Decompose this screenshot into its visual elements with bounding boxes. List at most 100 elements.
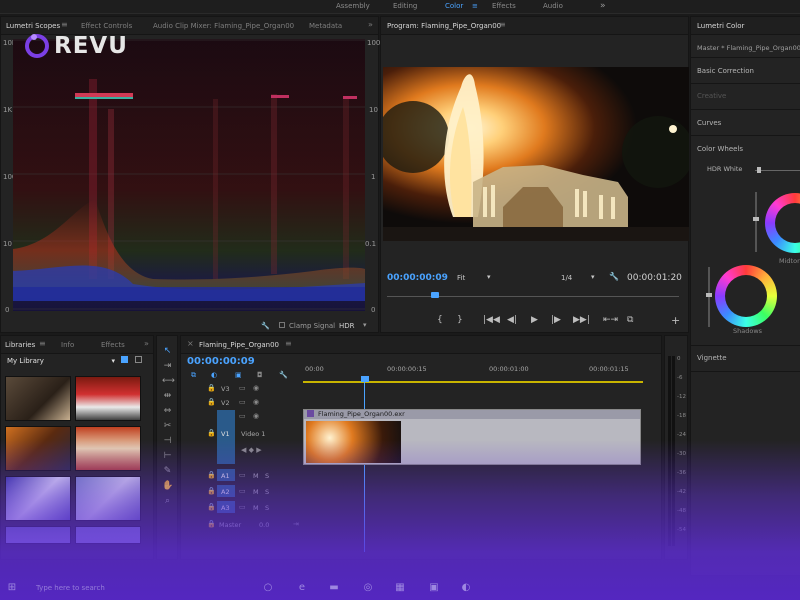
lock-icon[interactable]: 🔒: [207, 471, 216, 479]
workspace-tab-assembly[interactable]: Assembly: [336, 2, 370, 10]
lock-icon[interactable]: 🔒: [207, 503, 216, 511]
workspace-tab-effects[interactable]: Effects: [492, 2, 516, 10]
workspace-tab-color[interactable]: Color: [445, 2, 463, 10]
hand-tool-icon[interactable]: ✋: [162, 481, 173, 492]
taskbar-search-box[interactable]: Type here to search: [24, 581, 254, 596]
go-to-out-button[interactable]: ▶▶|: [573, 315, 590, 325]
eye-icon[interactable]: ◉: [253, 412, 259, 420]
toggle-sync-icon[interactable]: ▭: [239, 471, 246, 479]
slide-tool-icon[interactable]: ⊢: [162, 451, 173, 462]
track-label-v2[interactable]: V2: [221, 399, 230, 407]
master-volume-value[interactable]: 0.0: [259, 521, 269, 529]
razor-tool-icon[interactable]: ✂: [162, 421, 173, 432]
tab-lumetri-scopes[interactable]: Lumetri Scopes: [6, 22, 60, 30]
hdr-white-slider-handle[interactable]: [757, 167, 761, 173]
windows-start-icon[interactable]: ⊞: [6, 582, 18, 594]
clamp-signal-checkbox[interactable]: [279, 322, 285, 328]
lock-icon[interactable]: 🔒: [207, 520, 216, 528]
panel-menu-icon[interactable]: ≡: [61, 20, 68, 29]
workspace-tab-editing[interactable]: Editing: [393, 2, 417, 10]
section-curves[interactable]: Curves: [697, 119, 721, 127]
section-vignette[interactable]: Vignette: [697, 354, 727, 362]
slip-tool-icon[interactable]: ⊣: [162, 436, 173, 447]
lift-button[interactable]: ⇤⇥: [603, 315, 618, 325]
rate-stretch-tool-icon[interactable]: ⇔: [162, 406, 173, 417]
file-explorer-icon[interactable]: ▬: [328, 582, 340, 594]
lock-icon[interactable]: 🔒: [207, 487, 216, 495]
timeline-playhead-handle[interactable]: [361, 376, 369, 382]
close-icon[interactable]: ×: [187, 339, 194, 348]
tab-libraries[interactable]: Libraries: [5, 341, 35, 349]
fit-select[interactable]: Fit: [457, 274, 465, 282]
tab-audio-clip-mixer[interactable]: Audio Clip Mixer: Flaming_Pipe_Organ00: [153, 22, 294, 30]
more-tabs-icon[interactable]: »: [144, 339, 149, 348]
solo-button[interactable]: S: [265, 472, 269, 480]
tab-effect-controls[interactable]: Effect Controls: [81, 22, 132, 30]
more-tabs-icon[interactable]: »: [368, 20, 373, 29]
library-thumbnail[interactable]: [75, 476, 141, 521]
chevron-down-icon[interactable]: ▾: [487, 273, 491, 281]
resolution-select[interactable]: 1/4: [561, 274, 572, 282]
midtones-slider-handle[interactable]: [753, 217, 759, 221]
step-back-button[interactable]: ◀|: [507, 315, 517, 325]
track-label-a1[interactable]: A1: [221, 472, 230, 480]
section-creative[interactable]: Creative: [697, 92, 726, 100]
play-button[interactable]: ▶: [531, 315, 538, 325]
shadows-slider[interactable]: [708, 267, 710, 327]
double-chevron-right-icon[interactable]: »: [600, 1, 606, 11]
mute-button[interactable]: M: [253, 488, 259, 496]
midtones-slider[interactable]: [755, 192, 757, 252]
mark-in-button[interactable]: {: [437, 315, 443, 325]
lumetri-color-title[interactable]: Lumetri Color: [697, 22, 744, 30]
library-thumbnail[interactable]: [5, 476, 71, 521]
library-select[interactable]: My Library ▾: [7, 357, 115, 369]
panel-menu-icon[interactable]: ≡: [285, 339, 292, 348]
toggle-sync-icon[interactable]: ▭: [239, 384, 246, 392]
wrench-icon[interactable]: 🔧: [609, 272, 619, 281]
workspace-menu-icon[interactable]: ≡: [472, 2, 478, 10]
shadows-slider-handle[interactable]: [706, 293, 712, 297]
mute-button[interactable]: M: [253, 504, 259, 512]
solo-button[interactable]: S: [265, 488, 269, 496]
eye-icon[interactable]: ◉: [253, 384, 259, 392]
list-view-icon[interactable]: [135, 356, 142, 363]
library-thumbnail[interactable]: [5, 376, 71, 421]
store-icon[interactable]: ▦: [394, 582, 406, 594]
premiere-app-icon[interactable]: ▣: [428, 582, 440, 594]
step-forward-button[interactable]: |▶: [551, 315, 561, 325]
shadows-color-wheel[interactable]: [715, 265, 777, 327]
timeline-display-icon[interactable]: ◘: [257, 371, 263, 379]
app-icon[interactable]: ◐: [460, 582, 472, 594]
toggle-sync-icon[interactable]: ▭: [239, 503, 246, 511]
track-label-a3[interactable]: A3: [221, 504, 230, 512]
track-label-a2[interactable]: A2: [221, 488, 230, 496]
toggle-sync-icon[interactable]: ▭: [239, 398, 246, 406]
track-select-tool-icon[interactable]: ⇥: [162, 361, 173, 372]
lumetri-source-select[interactable]: Master * Flaming_Pipe_Organ00: [697, 44, 800, 52]
rolling-edit-tool-icon[interactable]: ⇹: [162, 391, 173, 402]
task-view-icon[interactable]: ○: [262, 582, 274, 594]
pen-tool-icon[interactable]: ✎: [162, 466, 173, 477]
sequence-tab[interactable]: Flaming_Pipe_Organ00: [199, 341, 279, 349]
go-to-end-icon[interactable]: ⇥: [293, 520, 299, 528]
keyframe-nav-icon[interactable]: ◀ ◆ ▶: [241, 446, 262, 454]
track-label-v3[interactable]: V3: [221, 385, 230, 393]
solo-button[interactable]: S: [265, 504, 269, 512]
wrench-icon[interactable]: 🔧: [279, 371, 288, 379]
mute-button[interactable]: M: [253, 472, 259, 480]
panel-menu-icon[interactable]: ≡: [499, 20, 506, 29]
library-thumbnail[interactable]: [75, 426, 141, 471]
go-to-in-button[interactable]: |◀◀: [483, 315, 500, 325]
library-thumbnail[interactable]: [5, 526, 71, 544]
eye-icon[interactable]: ◉: [253, 398, 259, 406]
chrome-icon[interactable]: ◎: [362, 582, 374, 594]
add-marker-icon[interactable]: ▣: [235, 371, 242, 379]
scope-mode-select[interactable]: HDR: [339, 322, 355, 330]
workspace-tab-audio[interactable]: Audio: [543, 2, 563, 10]
program-title[interactable]: Program: Flaming_Pipe_Organ00: [387, 22, 501, 30]
grid-view-icon[interactable]: [121, 356, 128, 363]
timeline-timecode[interactable]: 00:00:00:09: [187, 356, 255, 367]
selection-tool-icon[interactable]: ↖: [162, 346, 173, 357]
edge-browser-icon[interactable]: e: [296, 582, 308, 594]
linked-selection-icon[interactable]: ◐: [211, 371, 217, 379]
